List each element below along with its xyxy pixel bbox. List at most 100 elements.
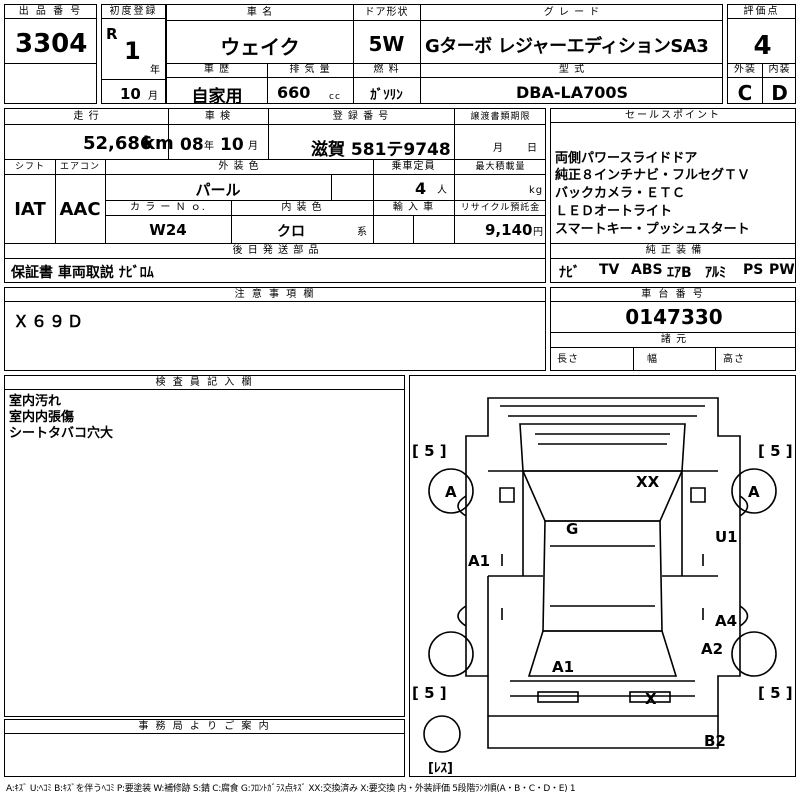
lot-label: 出 品 番 号 [5,5,96,19]
equipment-item: ﾅﾋﾞ [559,265,580,281]
office-box: 事 務 局 よ り ご 案 内 [4,719,405,777]
grade-label: グ レ ー ド [543,7,601,18]
aircon-value: AAC [59,199,101,220]
year-unit: 年 [150,65,161,76]
equipment-item: TV [599,262,620,278]
sales-item: ＬＥＤオートライト [555,204,673,219]
lot-number: 3304 [15,29,88,59]
history-label: 車 歴 [203,64,231,75]
sales-item: 両側パワースライドドア [555,151,698,166]
sales-label: セールスポイント [551,109,795,123]
door-label: ドア形状 [364,7,409,18]
grade-name: Gターボ レジャーエディションSA3 [425,36,709,57]
damage-wheel-fl: A [445,483,457,501]
first-reg-month: 10 [120,85,141,103]
mileage-unit: km [143,133,174,154]
equipment-item: ｴｱB [667,265,692,281]
later-parts-label: 後 日 発 送 部 品 [232,245,320,256]
month-unit: 月 [148,91,159,102]
model-value: DBA-LA700S [516,83,628,102]
chassis-number: 0147330 [625,305,723,329]
era: R [106,25,118,43]
equipment-label: 純 正 装 備 [645,245,703,256]
sales-item: スマートキー・プッシュスタート [555,222,750,237]
sales-item: 純正８インチナビ・フルセグＴＶ [555,168,751,183]
damage-rear-window: A1 [552,658,574,676]
chassis-label: 車 台 番 号 [551,288,795,302]
shift-value: IAT [14,199,46,220]
damage-roof: G [566,520,578,538]
first-reg-label: 初度登録 [102,5,165,19]
damage-right-front: U1 [715,528,738,546]
caution-label: 注 意 事 項 欄 [5,288,545,302]
damage-hood: XX [636,473,660,491]
history-value: 自家用 [191,87,243,107]
transfer-label: 譲渡書類期限 [470,112,531,122]
import-label: 輸 入 車 [392,202,435,213]
capacity-value: 4 [415,179,427,198]
color-no-value: W24 [149,221,187,239]
inspection-month-unit: 月 [248,141,259,152]
first-reg-box: 初度登録 R 1 年 10 月 [101,4,166,104]
capacity-label: 乗車定員 [391,161,436,172]
inspector-note: 室内内張傷 [9,410,75,425]
vehicle-table: 走 行 車 検 登 録 番 号 譲渡書類期限 52,686 km 08 年 10… [4,108,546,283]
recycle-value: 9,140 [485,221,533,239]
damage-right-rear: A4 [715,612,737,630]
max-load-unit: kg [529,185,544,196]
max-load-label: 最大積載量 [475,162,526,172]
tire-tread-tl: [ 5 ] [412,442,447,460]
door-type: 5W [368,32,405,56]
exterior-grade: C [737,81,753,105]
interior-grade: D [771,81,788,105]
car-diagram: [ 5 ] [ 5 ] [ 5 ] [ 5 ] A A XX G A1 U1 A… [409,375,796,777]
damage-right-wheel: A2 [701,640,723,658]
inspection-month: 10 [220,135,244,155]
int-color-label: 内 装 色 [281,202,323,213]
aircon-label: エアコン [59,162,100,172]
interior-label: 内装 [768,64,791,75]
mileage-label: 走 行 [73,111,100,122]
inspector-box: 検 査 員 記 入 欄 室内汚れ 室内内張傷 シートタバコ穴大 [4,375,405,717]
length-label: 長さ [557,354,579,365]
legend: A:ｷｽﾞ U:ﾍｺﾐ B:ｷｽﾞを伴うﾍｺﾐ P:要塗装 W:補修跡 S:錆 … [6,784,576,794]
tire-tread-br: [ 5 ] [758,684,793,702]
car-name-label: 車 名 [246,7,274,18]
reg-no-label: 登 録 番 号 [332,111,390,122]
inspection-year-unit: 年 [204,141,215,152]
score-box: 評価点 4 外装 内装 C D [727,4,796,105]
int-color-value: クロ [277,224,305,240]
height-label: 高さ [723,354,745,365]
lot-box: 出 品 番 号 3304 [4,4,97,104]
reg-no-value: 滋賀 581テ9748 [311,140,451,160]
car-name: ウェイク [220,35,300,59]
transfer-day-unit: 日 [527,143,538,154]
sales-box: セールスポイント 両側パワースライドドア 純正８インチナビ・フルセグＴＶ バック… [550,108,796,283]
main-info-box: 車 名 ドア形状 グ レ ー ド ウェイク 5W Gターボ レジャーエディション… [166,4,723,107]
specs-label: 諸 元 [660,334,688,345]
equipment-item: PS [743,262,764,278]
displacement-value: 660 [277,83,311,102]
inspection-year: 08 [180,135,204,155]
model-label: 型 式 [558,64,586,75]
tire-tread-bl: [ 5 ] [412,684,447,702]
equipment-item: PW [769,262,795,278]
chassis-box: 車 台 番 号 0147330 諸 元 長さ 幅 高さ [550,287,796,371]
car-outline-svg: [ 5 ] [ 5 ] [ 5 ] [ 5 ] A A XX G A1 U1 A… [412,397,793,776]
first-reg-year: 1 [124,37,141,65]
displacement-unit: cc [329,92,341,102]
damage-rear-bumper: X [645,690,657,708]
transfer-month-unit: 月 [493,143,504,154]
inspector-label: 検 査 員 記 入 欄 [5,376,404,390]
damage-left-door: A1 [468,552,490,570]
shift-label: シフト [14,162,45,172]
recycle-label: リサイクル預託金 [460,203,541,213]
capacity-unit: 人 [437,185,448,196]
caution-box: 注 意 事 項 欄 Ｘ６９Ｄ [4,287,546,371]
recycle-unit: 円 [533,227,544,238]
fuel-value: ｶﾞｿﾘﾝ [370,88,403,103]
sales-item: バックカメラ・ＥＴＣ [555,186,686,201]
color-label: 外 装 色 [218,161,260,172]
int-color-unit: 系 [357,227,368,238]
caution-value: Ｘ６９Ｄ [13,312,86,331]
